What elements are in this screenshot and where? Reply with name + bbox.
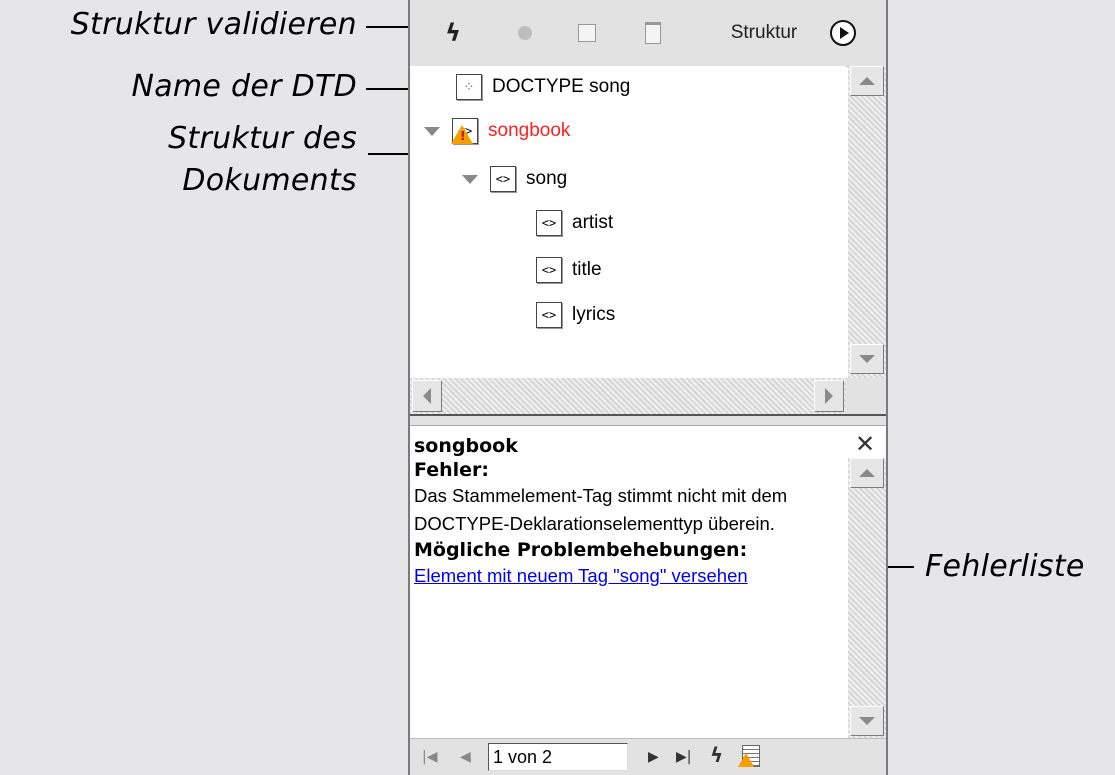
scroll-down-button[interactable] xyxy=(850,706,884,736)
expand-triangle-icon[interactable] xyxy=(424,126,440,136)
element-tag-icon: <> xyxy=(490,166,516,192)
doctype-node[interactable]: ⁘ DOCTYPE song xyxy=(456,70,630,104)
tree-vertical-scrollbar[interactable] xyxy=(848,66,886,378)
validate-button[interactable]: ϟ xyxy=(438,18,468,48)
arrow-down-icon xyxy=(859,355,875,363)
leader-dtd-name xyxy=(366,88,414,90)
scroll-up-button[interactable] xyxy=(850,458,884,488)
navigation-bar: |◀ ◀ 1 von 2 ▶ ▶| ϟ xyxy=(410,738,886,775)
tree-node-label: songbook xyxy=(488,120,571,141)
close-icon[interactable]: ✕ xyxy=(850,430,880,458)
callout-doc-structure-2: Dokuments xyxy=(182,163,357,198)
scroll-left-button[interactable] xyxy=(412,380,442,412)
element-tag-icon: <> xyxy=(536,210,562,236)
panel-menu-button[interactable] xyxy=(828,18,858,48)
previous-error-button[interactable]: ◀ xyxy=(460,749,471,765)
first-error-button[interactable]: |◀ xyxy=(422,749,437,765)
last-error-button[interactable]: ▶| xyxy=(676,749,691,765)
next-error-button[interactable]: ▶ xyxy=(648,749,659,765)
error-list-icon[interactable] xyxy=(738,745,760,769)
error-element-name: songbook xyxy=(414,435,518,457)
dot-icon xyxy=(518,26,532,40)
arrow-up-icon xyxy=(859,77,875,85)
panel-toolbar: ϟ Struktur xyxy=(410,0,886,67)
tree-node-label: artist xyxy=(572,212,614,233)
element-tag-icon: <> xyxy=(536,257,562,283)
fixes-heading: Mögliche Problembehebungen: xyxy=(414,539,748,561)
trash-icon xyxy=(645,22,661,44)
arrow-down-icon xyxy=(859,717,875,725)
scroll-up-button[interactable] xyxy=(850,66,884,96)
doctype-icon: ⁘ xyxy=(456,74,482,100)
callout-dtd-name: Name der DTD xyxy=(131,69,357,104)
error-vertical-scrollbar[interactable] xyxy=(848,458,886,738)
tree-horizontal-scrollbar[interactable] xyxy=(410,378,846,414)
structure-panel: ϟ Struktur ⁘ DOCTYPE song <> ! songbook … xyxy=(408,0,888,775)
error-page-field[interactable]: 1 von 2 xyxy=(488,743,628,771)
play-circle-icon xyxy=(830,20,856,46)
scroll-right-button[interactable] xyxy=(814,380,844,412)
structure-tree: ⁘ DOCTYPE song <> ! songbook <> song <> … xyxy=(410,66,846,378)
new-element-button[interactable] xyxy=(572,18,602,48)
arrow-right-icon xyxy=(825,388,833,404)
tree-node-label: song xyxy=(526,168,568,189)
record-button[interactable] xyxy=(510,18,540,48)
tree-node-lyrics[interactable]: <> lyrics xyxy=(536,298,615,332)
leader-validate xyxy=(366,26,410,28)
arrow-left-icon xyxy=(423,388,431,404)
tree-node-label: lyrics xyxy=(572,304,616,325)
error-message: Das Stammelement-Tag stimmt nicht mit de… xyxy=(414,485,788,534)
error-list-pane: songbook Fehler: Das Stammelement-Tag st… xyxy=(410,426,846,738)
scroll-down-button[interactable] xyxy=(850,344,884,374)
tree-node-title[interactable]: <> title xyxy=(536,253,602,287)
arrow-up-icon xyxy=(859,469,875,477)
element-tag-icon: <> xyxy=(536,302,562,328)
scroll-corner xyxy=(846,378,886,414)
lightning-bolt-icon[interactable]: ϟ xyxy=(710,743,723,767)
doctype-label: DOCTYPE song xyxy=(492,76,631,97)
tree-node-songbook[interactable]: <> ! songbook xyxy=(424,114,570,148)
new-page-icon xyxy=(578,24,596,42)
tree-node-artist[interactable]: <> artist xyxy=(536,206,613,240)
callout-doc-structure: Struktur des xyxy=(168,121,357,156)
panel-title: Struktur xyxy=(730,22,798,43)
error-heading: Fehler: xyxy=(414,459,489,481)
element-tag-icon: <> ! xyxy=(451,118,478,144)
expand-triangle-icon[interactable] xyxy=(462,174,478,184)
fix-link[interactable]: Element mit neuem Tag "song" versehen xyxy=(414,562,842,590)
lightning-bolt-icon: ϟ xyxy=(445,19,461,47)
tree-node-song[interactable]: <> song xyxy=(462,162,567,196)
delete-button[interactable] xyxy=(638,18,668,48)
tree-node-label: title xyxy=(572,259,602,280)
callout-validate: Struktur validieren xyxy=(70,7,357,42)
callout-error-list: Fehlerliste xyxy=(925,549,1085,584)
panel-splitter[interactable] xyxy=(410,414,886,426)
